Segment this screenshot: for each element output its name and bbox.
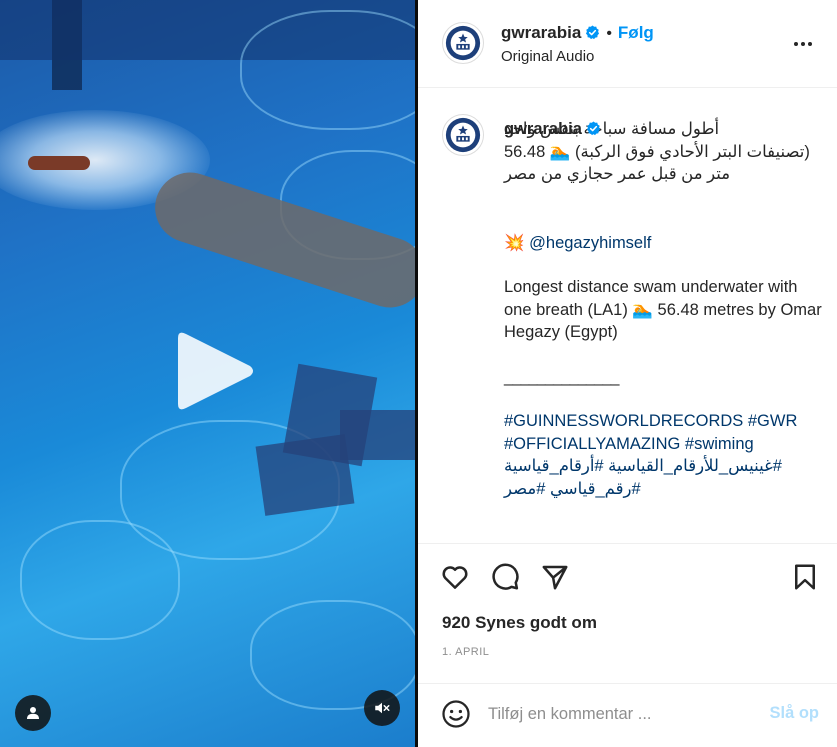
- avatar[interactable]: [442, 22, 484, 64]
- header-title-row: gwrarabia • Følg: [501, 23, 654, 43]
- emoji-button[interactable]: [441, 699, 471, 729]
- bookmark-icon: [795, 564, 815, 590]
- tag-user-button[interactable]: [15, 695, 51, 731]
- muted-speaker-icon: [375, 702, 390, 714]
- play-button[interactable]: [170, 330, 256, 412]
- user-tag-icon: [27, 707, 39, 719]
- hashtag-row[interactable]: #غينيس_للأرقام_القياسية #أرقام_قياسية: [504, 455, 824, 478]
- likes-count[interactable]: 920 Synes godt om: [442, 613, 597, 633]
- paper-plane-icon: [542, 565, 568, 590]
- hashtag-row[interactable]: #رقم_قياسي #مصر: [504, 478, 824, 501]
- heart-icon: [442, 566, 468, 589]
- separator-dot: •: [606, 25, 612, 42]
- comment-bubble-icon: [492, 563, 519, 590]
- more-dots-icon: [794, 42, 812, 46]
- post-comment-button[interactable]: Slå op: [769, 704, 819, 723]
- post-header: gwrarabia • Følg Original Audio: [418, 0, 837, 88]
- more-options-button[interactable]: [791, 32, 815, 56]
- comment-button[interactable]: [490, 562, 520, 592]
- guinness-logo-icon: [445, 117, 481, 153]
- swimmer-arm: [28, 156, 90, 170]
- water-caustic: [240, 10, 418, 130]
- post-date[interactable]: 1. APRIL: [442, 646, 489, 658]
- share-button[interactable]: [540, 562, 570, 592]
- like-button[interactable]: [440, 562, 470, 592]
- verified-badge-icon: [586, 121, 601, 136]
- caption-section: gwrarabia أطول مسافة سباحة بنفس واحد (تص…: [418, 88, 837, 544]
- username-link[interactable]: gwrarabia: [501, 23, 581, 42]
- mute-button[interactable]: [364, 690, 400, 726]
- caption-text: gwrarabia أطول مسافة سباحة بنفس واحد (تص…: [504, 118, 824, 500]
- audio-link[interactable]: Original Audio: [501, 48, 594, 65]
- save-button[interactable]: [790, 562, 820, 592]
- mention-link[interactable]: @hegazyhimself: [529, 234, 651, 252]
- caption-username-row: gwrarabia: [504, 118, 601, 141]
- video-player[interactable]: [0, 0, 418, 747]
- post-actions: 920 Synes godt om 1. APRIL: [418, 544, 837, 684]
- comment-bar: Slå op: [418, 684, 837, 747]
- play-icon: [178, 332, 253, 410]
- comment-input[interactable]: [488, 700, 758, 728]
- pool-lane-tile: [340, 410, 418, 460]
- hashtag-row[interactable]: #OFFICIALLYAMAZING #swiming: [504, 433, 824, 456]
- verified-badge-icon: [586, 25, 600, 40]
- caption-mention-row: 💥 @hegazyhimself: [504, 232, 824, 255]
- smiley-icon: [442, 700, 470, 728]
- explosion-emoji: 💥: [504, 233, 525, 252]
- guinness-logo-icon: [445, 25, 481, 61]
- caption-username[interactable]: gwrarabia: [504, 120, 582, 138]
- caption-arabic-block: gwrarabia أطول مسافة سباحة بنفس واحد (تص…: [504, 118, 824, 186]
- caption-rule: ______________: [504, 367, 619, 386]
- water-caustic: [20, 520, 180, 640]
- caption-avatar[interactable]: [442, 114, 484, 156]
- hashtag-list: #GUINNESSWORLDRECORDS #GWR #OFFICIALLYAM…: [504, 410, 824, 500]
- caption-english: Longest distance swam underwater with on…: [504, 278, 822, 341]
- follow-button[interactable]: Følg: [618, 23, 654, 42]
- hashtag-row[interactable]: #GUINNESSWORLDRECORDS #GWR: [504, 410, 824, 433]
- post-sidebar: gwrarabia • Følg Original Audio gwrarabia: [418, 0, 837, 747]
